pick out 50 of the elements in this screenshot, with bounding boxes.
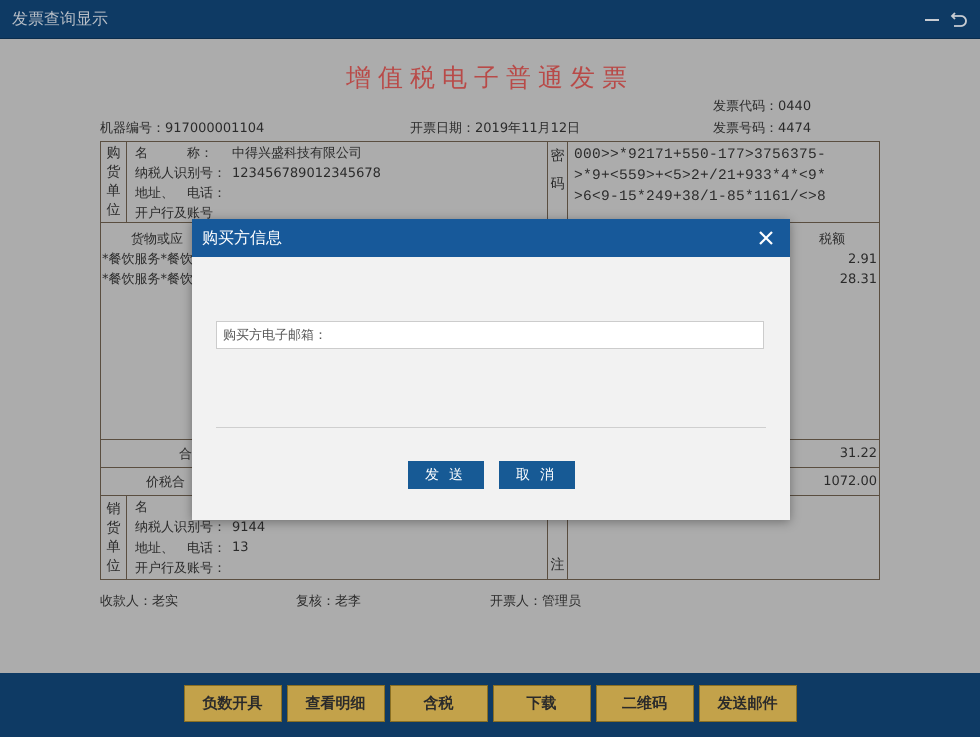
field-label: 名	[135, 499, 149, 516]
total-tax: 31.22	[840, 446, 877, 461]
field-value: 123456789012345678	[232, 166, 381, 180]
grand-total-label: 价税合	[145, 474, 185, 490]
invoice-title: 增值税电子普通发票	[346, 62, 634, 94]
close-icon[interactable]	[758, 230, 774, 246]
toolbar-button[interactable]: 二维码	[596, 685, 694, 722]
table-cell-text: *餐饮服务*餐饮	[101, 271, 193, 288]
field-label: 地址、 电话：	[135, 540, 227, 557]
field-label: 纳税人识别号：	[135, 519, 227, 536]
field-label: 纳税人识别号：	[135, 165, 227, 182]
invoice-code-field: 发票号码：4474	[713, 119, 812, 137]
signature-field: 复核：老李	[296, 592, 490, 610]
toolbar-button[interactable]: 查看明细	[286, 685, 384, 722]
invoice-header-field: 机器编号：917000001104	[100, 119, 410, 137]
dialog-title: 购买方信息	[202, 228, 282, 248]
toolbar-button[interactable]: 含税	[390, 685, 488, 722]
toolbar-button[interactable]: 负数开具	[184, 685, 282, 722]
table-cell-text: *餐饮服务*餐饮	[101, 251, 193, 268]
toolbar-button[interactable]: 下载	[492, 685, 590, 722]
signature-field: 收款人：老实	[100, 592, 296, 610]
section-label: 注	[550, 556, 564, 575]
grand-total-amount: 1072.00	[823, 474, 877, 489]
section-label: 密码	[550, 147, 564, 194]
toolbar-button[interactable]: 发送邮件	[698, 685, 796, 722]
table-cell-text: 28.31	[840, 272, 878, 286]
table-cell-text: 2.91	[848, 252, 878, 266]
dialog-button[interactable]: 发 送	[408, 461, 484, 489]
dialog-button[interactable]: 取 消	[498, 461, 574, 489]
invoice-header-field: 开票日期：2019年11月12日	[410, 119, 713, 137]
field-label: 开户行及账号：	[135, 560, 227, 577]
cipher-line: >*9+<559>+<5>2+/21+933*4*<9*	[574, 167, 828, 186]
section-label: 购货单位	[106, 144, 120, 220]
section-label: 销货单位	[106, 500, 120, 576]
field-value: 9144	[232, 520, 266, 535]
field-value: 13	[232, 540, 249, 556]
total-label: 合	[178, 446, 192, 462]
return-arrow-icon[interactable]	[950, 10, 968, 28]
signature-field: 开票人：管理员	[490, 592, 581, 610]
cipher-line: >6<9-15*249+38/1-85*1161/<>8	[574, 188, 828, 207]
field-label: 名 称：	[135, 145, 214, 162]
cipher-line: 000>>*92171+550-177>3756375-	[574, 146, 828, 165]
field-label: 开户行及账号	[135, 205, 214, 222]
window-title: 发票查询显示	[12, 8, 109, 30]
invoice-code-field: 发票代码：0440	[713, 97, 812, 115]
field-value: 中得兴盛科技有限公司	[232, 145, 362, 162]
column-header: 货物或应	[130, 231, 183, 248]
column-header: 税额	[819, 231, 846, 248]
field-label: 地址、 电话：	[135, 185, 227, 202]
email-input-field[interactable]: 购买方电子邮箱：	[216, 321, 764, 349]
